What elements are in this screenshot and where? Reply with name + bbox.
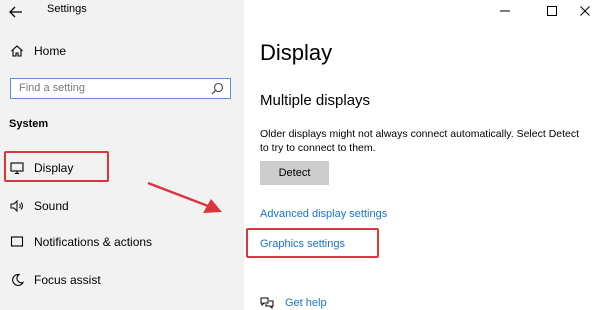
sidebar-item-notifications[interactable]: Notifications & actions: [10, 235, 152, 249]
minimize-button[interactable]: [490, 0, 520, 22]
search-placeholder: Find a setting: [19, 82, 86, 94]
home-icon: [11, 45, 23, 57]
display-highlight-box: [4, 151, 109, 182]
get-help-label: Get help: [285, 296, 327, 309]
moon-icon: [12, 273, 24, 286]
app-title: Settings: [47, 3, 87, 15]
maximize-icon: [547, 6, 557, 16]
back-arrow-icon: [9, 6, 22, 18]
sidebar-item-label: Notifications & actions: [34, 235, 153, 249]
close-button[interactable]: [570, 0, 600, 22]
back-button[interactable]: [0, 0, 32, 24]
maximize-button[interactable]: [537, 0, 567, 22]
section-heading: Multiple displays: [260, 92, 371, 109]
sidebar-item-label: Focus assist: [34, 273, 101, 287]
detect-button[interactable]: Detect: [260, 161, 329, 185]
description-text: Older displays might not always connect …: [260, 128, 580, 154]
sidebar-item-label: Sound: [34, 199, 69, 213]
section-title: System: [9, 118, 49, 130]
search-input[interactable]: Find a setting: [10, 78, 231, 99]
chat-help-icon: [260, 297, 274, 309]
nav-home-label: Home: [34, 44, 67, 58]
speaker-icon: [10, 199, 23, 213]
nav-home[interactable]: Home: [10, 44, 66, 58]
get-help-link[interactable]: Get help: [259, 296, 327, 309]
minimize-icon: [500, 10, 510, 12]
sidebar-item-sound[interactable]: Sound: [10, 199, 69, 213]
advanced-display-settings-link[interactable]: Advanced display settings: [260, 208, 387, 220]
sidebar-item-focus-assist[interactable]: Focus assist: [10, 273, 101, 287]
graphics-highlight-box: [246, 228, 379, 258]
close-icon: [580, 6, 590, 16]
notification-icon: [10, 236, 24, 247]
sidebar: Settings Home Find a setting System Disp…: [0, 0, 244, 310]
search-icon: [211, 82, 224, 95]
page-title: Display: [260, 40, 333, 65]
